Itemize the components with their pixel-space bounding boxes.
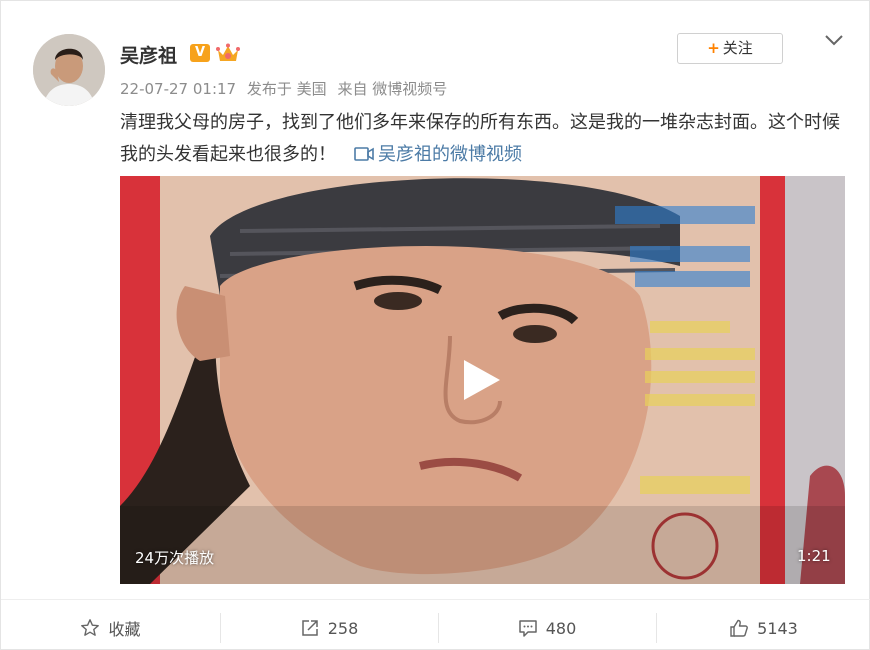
comment-button[interactable]: 480 [438,611,656,645]
video-link-text: 吴彦祖的微博视频 [378,144,522,165]
post-content: 清理我父母的房子，找到了他们多年来保存的所有东西。这是我的一堆杂志封面。这个时候… [120,107,840,171]
share-icon [301,620,318,636]
post-time[interactable]: 22-07-27 01:17 [120,80,236,98]
verified-badge: V [190,44,210,62]
comment-icon [518,620,537,637]
follow-label: 关注 [722,39,753,57]
divider [1,599,870,600]
like-button[interactable]: 5143 [656,611,870,645]
post-meta: 22-07-27 01:17 发布于 美国 来自 微博视频号 [120,78,453,99]
play-icon[interactable] [456,356,504,404]
follow-button[interactable]: + 关注 [677,33,783,64]
thumb-up-icon [730,619,749,637]
video-link[interactable]: 吴彦祖的微博视频 [336,144,522,165]
username[interactable]: 吴彦祖 [120,41,177,68]
star-icon [81,619,100,636]
repost-button[interactable]: 258 [220,611,438,645]
video-player[interactable] [120,176,845,584]
video-icon [354,147,374,161]
chevron-down-icon[interactable] [823,33,845,47]
avatar[interactable] [33,34,105,106]
crown-icon [216,43,240,61]
favorite-label: 收藏 [108,620,141,639]
post-location: 发布于 美国 [246,80,327,98]
video-duration: 1:21 [797,547,831,565]
post-source[interactable]: 来自 微博视频号 [337,80,447,98]
view-count: 24万次播放 [135,549,215,567]
like-count: 5143 [757,618,798,638]
comment-count: 480 [545,618,577,638]
plus-icon: + [707,39,720,57]
repost-count: 258 [327,618,359,638]
weibo-post-card: 吴彦祖 V 22-07-27 01:17 发布于 美国 来自 微博视频号 + 关注… [0,0,870,650]
favorite-button[interactable]: 收藏 [1,611,220,645]
